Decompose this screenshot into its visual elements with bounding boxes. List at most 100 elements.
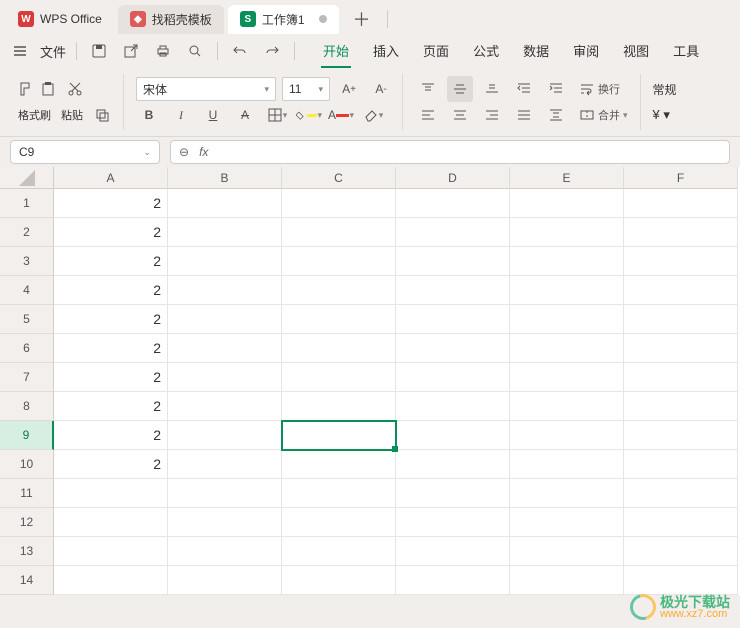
column-header[interactable]: A — [54, 167, 168, 189]
row-header[interactable]: 10 — [0, 450, 54, 479]
cell[interactable] — [282, 247, 396, 276]
file-menu[interactable]: 文件 — [40, 42, 66, 61]
cell[interactable]: 2 — [54, 334, 168, 363]
cell[interactable] — [510, 566, 624, 595]
cell[interactable] — [282, 421, 396, 450]
bold-button[interactable]: B — [136, 102, 162, 128]
row-header[interactable]: 12 — [0, 508, 54, 537]
align-center-button[interactable] — [447, 102, 473, 128]
cell[interactable] — [282, 566, 396, 595]
save-icon[interactable] — [87, 39, 111, 63]
align-bottom-button[interactable] — [479, 76, 505, 102]
cell[interactable] — [168, 276, 282, 305]
row-header[interactable]: 11 — [0, 479, 54, 508]
cell[interactable] — [510, 189, 624, 218]
cell[interactable]: 2 — [54, 305, 168, 334]
font-name-select[interactable]: 宋体 ▾ — [136, 77, 276, 101]
column-header[interactable]: F — [624, 167, 738, 189]
cell[interactable]: 2 — [54, 392, 168, 421]
cell[interactable] — [168, 566, 282, 595]
column-header[interactable]: C — [282, 167, 396, 189]
justify-button[interactable] — [511, 102, 537, 128]
cell[interactable] — [396, 421, 510, 450]
ribbon-tab-tools[interactable]: 工具 — [671, 35, 701, 68]
cell[interactable]: 2 — [54, 450, 168, 479]
italic-button[interactable]: I — [168, 102, 194, 128]
indent-decrease-button[interactable] — [511, 76, 537, 102]
hamburger-icon[interactable] — [8, 39, 32, 63]
add-tab-button[interactable]: ＋ — [343, 2, 381, 36]
cell[interactable] — [624, 537, 738, 566]
row-header[interactable]: 1 — [0, 189, 54, 218]
cell[interactable] — [396, 247, 510, 276]
print-icon[interactable] — [151, 39, 175, 63]
cell[interactable] — [168, 189, 282, 218]
cell[interactable] — [624, 334, 738, 363]
cell[interactable] — [510, 537, 624, 566]
cell[interactable]: 2 — [54, 247, 168, 276]
cell[interactable] — [396, 276, 510, 305]
fx-label[interactable]: fx — [199, 145, 208, 159]
copy-button[interactable] — [89, 102, 115, 128]
distribute-button[interactable] — [543, 102, 569, 128]
font-grow-button[interactable]: A+ — [336, 76, 362, 102]
row-header[interactable]: 6 — [0, 334, 54, 363]
ribbon-tab-data[interactable]: 数据 — [521, 35, 551, 68]
cell[interactable] — [168, 421, 282, 450]
cell[interactable]: 2 — [54, 363, 168, 392]
currency-icon[interactable]: ¥ ▾ — [653, 107, 670, 123]
export-icon[interactable] — [119, 39, 143, 63]
cell[interactable] — [168, 508, 282, 537]
cell[interactable] — [510, 508, 624, 537]
row-header[interactable]: 4 — [0, 276, 54, 305]
cell[interactable] — [510, 305, 624, 334]
cell[interactable] — [624, 276, 738, 305]
cell[interactable]: 2 — [54, 421, 168, 450]
paste-button[interactable] — [40, 78, 56, 100]
align-top-button[interactable] — [415, 76, 441, 102]
row-header[interactable]: 3 — [0, 247, 54, 276]
cell[interactable] — [396, 218, 510, 247]
cell[interactable] — [510, 392, 624, 421]
column-header[interactable]: E — [510, 167, 624, 189]
cell[interactable] — [168, 392, 282, 421]
cell[interactable] — [396, 363, 510, 392]
cut-button[interactable] — [62, 76, 88, 102]
cell[interactable] — [168, 450, 282, 479]
cell[interactable] — [168, 479, 282, 508]
cell[interactable] — [168, 363, 282, 392]
cell[interactable] — [282, 189, 396, 218]
cell[interactable] — [168, 218, 282, 247]
underline-button[interactable]: U — [200, 102, 226, 128]
row-header[interactable]: 8 — [0, 392, 54, 421]
cell[interactable] — [624, 450, 738, 479]
cell[interactable] — [624, 189, 738, 218]
preview-icon[interactable] — [183, 39, 207, 63]
select-all-corner[interactable] — [0, 167, 54, 189]
cell[interactable]: 2 — [54, 276, 168, 305]
row-header[interactable]: 7 — [0, 363, 54, 392]
ribbon-tab-start[interactable]: 开始 — [321, 35, 351, 68]
merge-cells-button[interactable]: 合并▾ — [575, 102, 632, 128]
cell[interactable] — [624, 479, 738, 508]
cell[interactable] — [54, 479, 168, 508]
cell[interactable] — [396, 508, 510, 537]
cell[interactable] — [510, 247, 624, 276]
undo-icon[interactable] — [228, 39, 252, 63]
ribbon-tab-insert[interactable]: 插入 — [371, 35, 401, 68]
cell[interactable] — [396, 392, 510, 421]
ribbon-tab-view[interactable]: 视图 — [621, 35, 651, 68]
cell[interactable] — [396, 537, 510, 566]
align-left-button[interactable] — [415, 102, 441, 128]
cell[interactable] — [54, 508, 168, 537]
redo-icon[interactable] — [260, 39, 284, 63]
row-header[interactable]: 13 — [0, 537, 54, 566]
row-header[interactable]: 5 — [0, 305, 54, 334]
clear-format-button[interactable]: ▾ — [360, 102, 386, 128]
strike-button[interactable]: A — [232, 102, 258, 128]
cell[interactable] — [510, 334, 624, 363]
cell[interactable] — [396, 566, 510, 595]
cell[interactable] — [282, 218, 396, 247]
cell[interactable]: 2 — [54, 218, 168, 247]
row-header[interactable]: 2 — [0, 218, 54, 247]
